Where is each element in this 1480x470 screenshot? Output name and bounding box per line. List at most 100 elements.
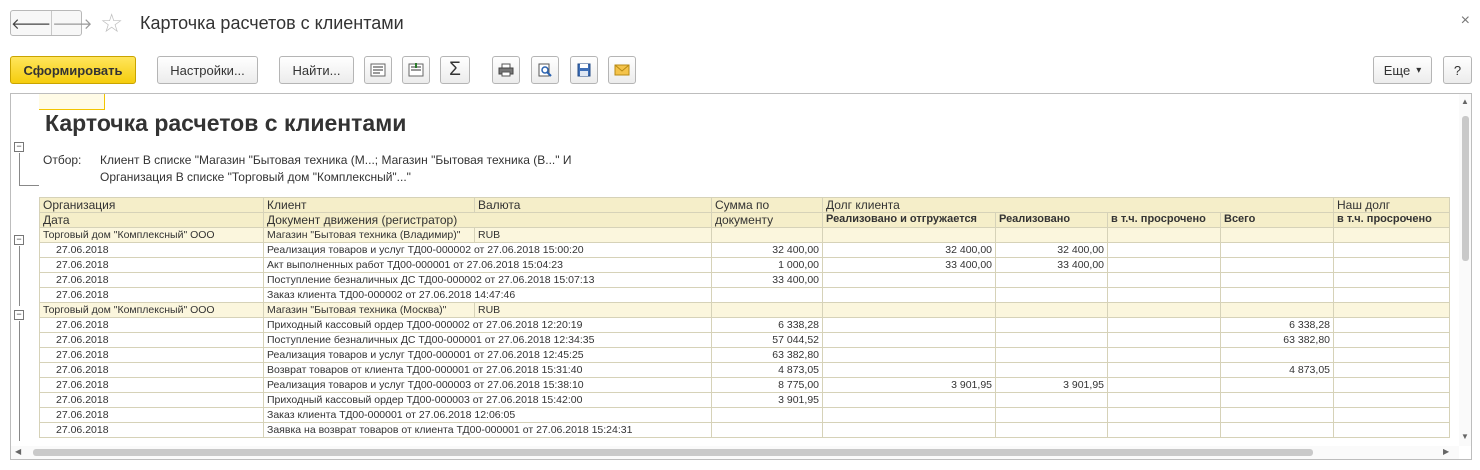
table-row[interactable]: 27.06.2018 Заказ клиента ТД00-000001 от 2… — [39, 407, 1450, 423]
row-overdue — [1107, 317, 1221, 333]
row-our-debt-overdue — [1333, 362, 1450, 378]
table-row[interactable]: 27.06.2018 Возврат товаров от клиента ТД0… — [39, 362, 1450, 378]
row-realized-shipped — [822, 392, 996, 408]
row-doc-sum: 32 400,00 — [711, 242, 823, 258]
preview-button[interactable] — [531, 56, 559, 84]
group-line — [19, 185, 39, 186]
header-currency: Валюта — [474, 197, 712, 213]
vertical-scroll-thumb[interactable] — [1462, 116, 1469, 261]
table-row[interactable]: 27.06.2018 Акт выполненных работ ТД00-000… — [39, 257, 1450, 273]
row-realized — [995, 332, 1108, 348]
row-realized-shipped — [822, 407, 996, 423]
group-line — [19, 321, 20, 441]
row-realized-shipped — [822, 422, 996, 438]
header-organization: Организация — [39, 197, 264, 213]
row-document-link[interactable]: Приходный кассовый ордер ТД00-000002 от … — [263, 317, 712, 333]
row-date: 27.06.2018 — [39, 377, 264, 393]
row-realized — [995, 362, 1108, 378]
table-row[interactable]: 27.06.2018 Реализация товаров и услуг ТД0… — [39, 347, 1450, 363]
header-document: Документ движения (регистратор) — [263, 212, 712, 228]
report-table: Организация Клиент Валюта Сумма по Долг … — [39, 197, 1450, 438]
close-icon[interactable]: × — [1461, 12, 1470, 30]
header-total: Всего — [1220, 212, 1334, 228]
row-overdue — [1107, 392, 1221, 408]
save-button[interactable] — [570, 56, 598, 84]
row-our-debt-overdue — [1333, 347, 1450, 363]
collapse-group-icon[interactable]: − — [14, 235, 24, 245]
row-overdue — [1107, 422, 1221, 438]
table-row[interactable]: 27.06.2018 Поступление безналичных ДС ТД0… — [39, 332, 1450, 348]
table-row[interactable]: 27.06.2018 Реализация товаров и услуг ТД0… — [39, 242, 1450, 258]
table-row[interactable]: 27.06.2018 Заказ клиента ТД00-000002 от 2… — [39, 287, 1450, 303]
row-document-link[interactable]: Реализация товаров и услуг ТД00-000002 о… — [263, 242, 712, 258]
table-row[interactable]: 27.06.2018 Поступление безналичных ДС ТД0… — [39, 272, 1450, 288]
row-doc-sum: 3 901,95 — [711, 392, 823, 408]
collapse-groups-icon — [370, 63, 386, 77]
print-button[interactable] — [492, 56, 520, 84]
table-row[interactable]: 27.06.2018 Реализация товаров и услуг ТД0… — [39, 377, 1450, 393]
group-row[interactable]: Торговый дом "Комплексный" ООО Магазин "Б… — [39, 302, 1450, 318]
row-realized: 32 400,00 — [995, 242, 1108, 258]
row-our-debt-total — [1220, 257, 1334, 273]
row-realized-shipped — [822, 347, 996, 363]
favorite-star-icon[interactable]: ☆ — [100, 8, 123, 38]
row-document-link[interactable]: Заявка на возврат товаров от клиента ТД0… — [263, 422, 712, 438]
row-realized-shipped: 33 400,00 — [822, 257, 996, 273]
row-document-link[interactable]: Заказ клиента ТД00-000002 от 27.06.2018 … — [263, 287, 712, 303]
settings-button[interactable]: Настройки... — [157, 56, 258, 84]
scroll-left-icon[interactable]: ◀ — [15, 447, 21, 456]
find-button[interactable]: Найти... — [279, 56, 354, 84]
sum-icon[interactable]: Σ — [440, 56, 470, 84]
vertical-scrollbar[interactable]: ▲ ▼ — [1459, 94, 1471, 446]
expand-groups-button[interactable] — [402, 56, 430, 84]
row-our-debt-overdue — [1333, 422, 1450, 438]
table-row[interactable]: 27.06.2018 Приходный кассовый ордер ТД00-… — [39, 317, 1450, 333]
row-document-link[interactable]: Приходный кассовый ордер ТД00-000003 от … — [263, 392, 712, 408]
empty-cell — [822, 302, 996, 318]
row-document-link[interactable]: Реализация товаров и услуг ТД00-000001 о… — [263, 347, 712, 363]
group-row[interactable]: Торговый дом "Комплексный" ООО Магазин "Б… — [39, 227, 1450, 243]
table-row[interactable]: 27.06.2018 Приходный кассовый ордер ТД00-… — [39, 392, 1450, 408]
report-title: Карточка расчетов с клиентами — [45, 110, 407, 136]
scroll-right-icon[interactable]: ▶ — [1443, 447, 1449, 456]
row-document-link[interactable]: Поступление безналичных ДС ТД00-000001 о… — [263, 332, 712, 348]
empty-cell — [711, 302, 823, 318]
row-document-link[interactable]: Поступление безналичных ДС ТД00-000002 о… — [263, 272, 712, 288]
table-row[interactable]: 27.06.2018 Заявка на возврат товаров от к… — [39, 422, 1450, 438]
header-doc-sum-2: документу — [711, 212, 823, 228]
empty-cell — [1107, 302, 1221, 318]
generate-button[interactable]: Сформировать — [10, 56, 136, 84]
row-doc-sum — [711, 407, 823, 423]
send-email-button[interactable] — [608, 56, 636, 84]
scroll-down-icon[interactable]: ▼ — [1461, 432, 1469, 441]
row-document-link[interactable]: Заказ клиента ТД00-000001 от 27.06.2018 … — [263, 407, 712, 423]
help-button[interactable]: ? — [1443, 56, 1472, 84]
collapse-group-icon[interactable]: − — [14, 310, 24, 320]
collapse-header-icon[interactable]: − — [14, 142, 24, 152]
back-button[interactable]: 🡐 — [11, 11, 51, 35]
horizontal-scroll-thumb[interactable] — [33, 449, 1313, 456]
row-realized-shipped — [822, 362, 996, 378]
horizontal-scrollbar[interactable]: ◀ ▶ — [11, 446, 1459, 459]
collapse-groups-button[interactable] — [364, 56, 392, 84]
row-overdue — [1107, 257, 1221, 273]
row-realized — [995, 287, 1108, 303]
row-overdue — [1107, 407, 1221, 423]
row-overdue — [1107, 287, 1221, 303]
envelope-icon — [614, 64, 630, 76]
row-realized-shipped: 32 400,00 — [822, 242, 996, 258]
group-currency: RUB — [474, 227, 712, 243]
forward-button[interactable]: 🡒 — [51, 11, 92, 35]
row-document-link[interactable]: Акт выполненных работ ТД00-000001 от 27.… — [263, 257, 712, 273]
row-doc-sum: 8 775,00 — [711, 377, 823, 393]
row-our-debt-overdue — [1333, 242, 1450, 258]
row-document-link[interactable]: Реализация товаров и услуг ТД00-000003 о… — [263, 377, 712, 393]
row-our-debt-total — [1220, 377, 1334, 393]
more-label: Еще — [1383, 62, 1411, 78]
scroll-up-icon[interactable]: ▲ — [1461, 97, 1469, 106]
row-document-link[interactable]: Возврат товаров от клиента ТД00-000001 о… — [263, 362, 712, 378]
row-realized-shipped: 3 901,95 — [822, 377, 996, 393]
more-button[interactable]: Еще ▾ — [1373, 56, 1432, 84]
row-realized — [995, 422, 1108, 438]
header-realized: Реализовано — [995, 212, 1108, 228]
